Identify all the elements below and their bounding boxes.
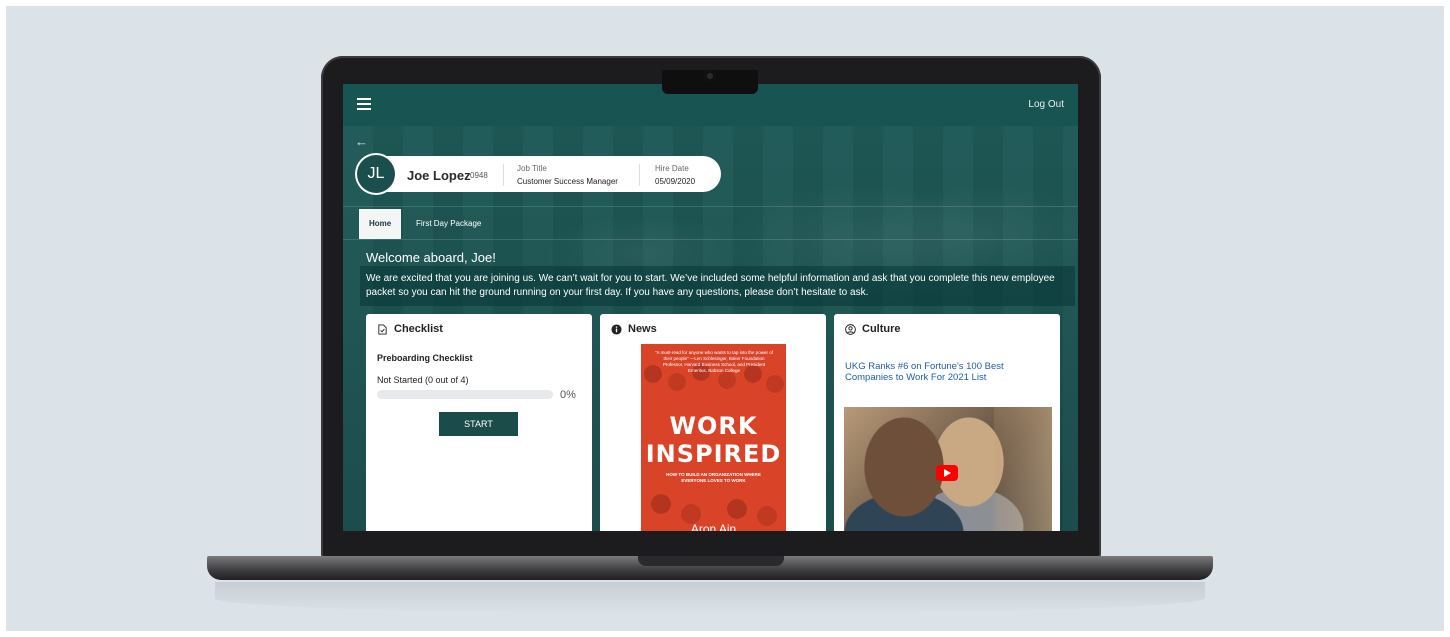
checklist-subtitle: Preboarding Checklist	[377, 353, 473, 363]
document-check-icon	[378, 323, 387, 335]
progress-bar	[377, 390, 553, 399]
book-subtitle: HOW TO BUILD AN ORGANIZATION WHERE EVERY…	[666, 472, 761, 483]
tab-home[interactable]: Home	[359, 209, 402, 239]
play-icon[interactable]	[936, 465, 958, 481]
welcome-title: Welcome aboard, Joe!	[366, 250, 496, 265]
job-title-label: Job Title	[517, 164, 547, 173]
checklist-title: Checklist	[394, 323, 443, 335]
hamburger-icon[interactable]	[357, 98, 371, 110]
video-background	[994, 407, 1052, 531]
culture-card: Culture UKG Ranks #6 on Fortune's 100 Be…	[834, 314, 1060, 531]
person-circle-icon	[845, 323, 856, 335]
start-button[interactable]: START	[439, 412, 518, 436]
divider	[639, 164, 640, 186]
employee-name: Joe Lopez	[407, 168, 471, 183]
employee-profile-card: JL Joe Lopez 0948 Job Title Customer Suc…	[357, 155, 721, 193]
book-quote: "A must-read for anyone who wants to tap…	[655, 350, 773, 373]
culture-article-link[interactable]: UKG Ranks #6 on Fortune's 100 Best Compa…	[845, 361, 1045, 383]
tab-first-day-package[interactable]: First Day Package	[406, 209, 491, 239]
book-title-line1: WORK	[669, 412, 758, 440]
info-circle-icon	[611, 323, 622, 335]
news-header: News	[611, 323, 657, 335]
logout-link[interactable]: Log Out	[1028, 99, 1064, 110]
hire-date-value: 05/09/2020	[655, 177, 696, 186]
tab-bar: Home First Day Package	[343, 206, 1078, 240]
webcam-icon	[704, 70, 716, 82]
laptop-shadow	[215, 582, 1205, 614]
news-title: News	[628, 323, 657, 335]
laptop-base-notch	[638, 556, 784, 566]
culture-header: Culture	[845, 323, 901, 335]
employee-id: 0948	[470, 171, 488, 180]
book-title-line2: INSPIRED	[645, 440, 782, 468]
welcome-message: We are excited that you are joining us. …	[360, 266, 1075, 306]
checklist-status: Not Started (0 out of 4)	[377, 375, 469, 385]
hire-date-label: Hire Date	[655, 164, 689, 173]
checklist-card: Checklist Preboarding Checklist Not Star…	[366, 314, 592, 531]
news-card: News "A must-read for anyone who wants t…	[600, 314, 826, 531]
culture-title: Culture	[862, 323, 901, 335]
job-title-value: Customer Success Manager	[517, 177, 618, 186]
progress-percent: 0%	[560, 389, 576, 401]
book-author: Aron Ain	[690, 522, 737, 531]
divider	[503, 164, 504, 186]
book-cover-image[interactable]: "A must-read for anyone who wants to tap…	[641, 344, 786, 531]
back-arrow-icon[interactable]: ←	[355, 134, 368, 149]
culture-video[interactable]	[844, 407, 1052, 531]
avatar: JL	[357, 155, 395, 193]
app-screen: Log Out ← JL Joe Lopez 0948 Job Title Cu…	[343, 84, 1078, 531]
checklist-header: Checklist	[377, 323, 443, 335]
